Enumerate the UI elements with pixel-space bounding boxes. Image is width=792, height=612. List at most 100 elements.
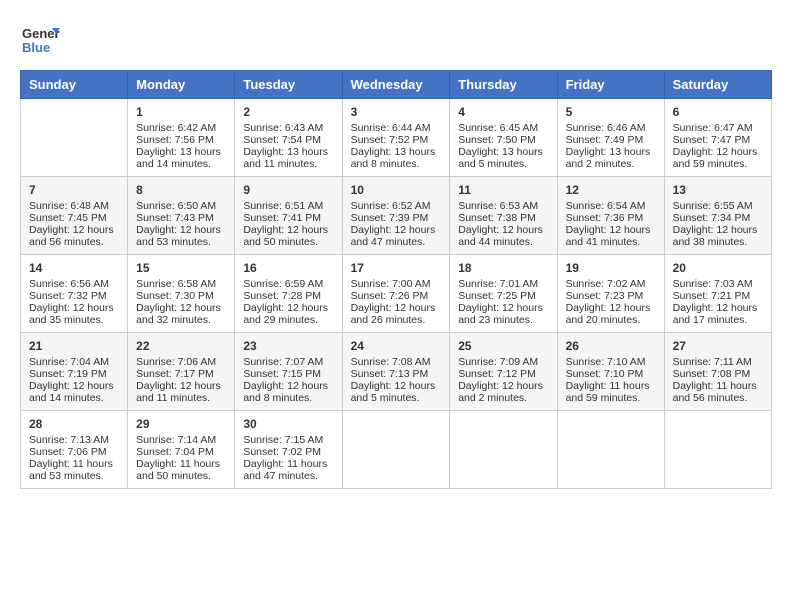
day-number: 15 bbox=[136, 261, 226, 275]
day-info: Sunset: 7:38 PM bbox=[458, 212, 548, 224]
day-info: and 2 minutes. bbox=[566, 158, 656, 170]
calendar-cell: 13Sunrise: 6:55 AMSunset: 7:34 PMDayligh… bbox=[664, 177, 771, 255]
calendar-header-row: SundayMondayTuesdayWednesdayThursdayFrid… bbox=[21, 71, 772, 99]
day-info: Sunrise: 7:03 AM bbox=[673, 278, 763, 290]
day-info: and 14 minutes. bbox=[29, 392, 119, 404]
day-info: and 47 minutes. bbox=[243, 470, 333, 482]
calendar-cell: 3Sunrise: 6:44 AMSunset: 7:52 PMDaylight… bbox=[342, 99, 450, 177]
day-info: Sunrise: 6:52 AM bbox=[351, 200, 442, 212]
day-info: Sunset: 7:41 PM bbox=[243, 212, 333, 224]
day-info: and 47 minutes. bbox=[351, 236, 442, 248]
day-info: Sunset: 7:43 PM bbox=[136, 212, 226, 224]
logo-icon: General Blue bbox=[20, 20, 60, 60]
day-info: Sunset: 7:19 PM bbox=[29, 368, 119, 380]
day-info: Daylight: 12 hours bbox=[566, 224, 656, 236]
day-info: Sunrise: 6:47 AM bbox=[673, 122, 763, 134]
day-info: and 5 minutes. bbox=[458, 158, 548, 170]
day-info: Sunrise: 7:08 AM bbox=[351, 356, 442, 368]
day-info: and 35 minutes. bbox=[29, 314, 119, 326]
day-info: Sunset: 7:28 PM bbox=[243, 290, 333, 302]
day-info: Daylight: 12 hours bbox=[29, 224, 119, 236]
day-info: Daylight: 12 hours bbox=[458, 380, 548, 392]
day-info: and 11 minutes. bbox=[136, 392, 226, 404]
calendar-cell: 1Sunrise: 6:42 AMSunset: 7:56 PMDaylight… bbox=[128, 99, 235, 177]
day-info: Sunrise: 7:09 AM bbox=[458, 356, 548, 368]
day-info: Sunset: 7:13 PM bbox=[351, 368, 442, 380]
day-info: Sunrise: 7:07 AM bbox=[243, 356, 333, 368]
day-info: Daylight: 11 hours bbox=[243, 458, 333, 470]
day-number: 1 bbox=[136, 105, 226, 119]
header-monday: Monday bbox=[128, 71, 235, 99]
day-number: 26 bbox=[566, 339, 656, 353]
day-info: Sunset: 7:15 PM bbox=[243, 368, 333, 380]
calendar-cell: 10Sunrise: 6:52 AMSunset: 7:39 PMDayligh… bbox=[342, 177, 450, 255]
header-tuesday: Tuesday bbox=[235, 71, 342, 99]
calendar-cell bbox=[450, 411, 557, 489]
day-info: Sunset: 7:04 PM bbox=[136, 446, 226, 458]
day-info: Sunrise: 6:54 AM bbox=[566, 200, 656, 212]
calendar-cell bbox=[557, 411, 664, 489]
calendar-cell: 23 Sunrise: 7:07 AMSunset: 7:15 PMDayligh… bbox=[235, 333, 342, 411]
day-info: Daylight: 13 hours bbox=[566, 146, 656, 158]
day-number: 14 bbox=[29, 261, 119, 275]
day-number: 19 bbox=[566, 261, 656, 275]
day-info: Daylight: 12 hours bbox=[136, 302, 226, 314]
day-info: Daylight: 13 hours bbox=[458, 146, 548, 158]
day-info: Daylight: 13 hours bbox=[351, 146, 442, 158]
day-info: Daylight: 11 hours bbox=[136, 458, 226, 470]
day-info: Sunrise: 6:56 AM bbox=[29, 278, 119, 290]
day-info: Sunrise: 7:04 AM bbox=[29, 356, 119, 368]
day-info: Sunrise: 6:58 AM bbox=[136, 278, 226, 290]
day-info: Daylight: 13 hours bbox=[136, 146, 226, 158]
svg-text:Blue: Blue bbox=[22, 40, 50, 55]
day-info: Sunrise: 6:45 AM bbox=[458, 122, 548, 134]
day-info: Sunset: 7:08 PM bbox=[673, 368, 763, 380]
day-info: and 59 minutes. bbox=[566, 392, 656, 404]
day-info: and 50 minutes. bbox=[243, 236, 333, 248]
day-info: Daylight: 12 hours bbox=[351, 380, 442, 392]
day-info: and 50 minutes. bbox=[136, 470, 226, 482]
day-info: Daylight: 12 hours bbox=[351, 224, 442, 236]
calendar-cell: 26Sunrise: 7:10 AMSunset: 7:10 PMDayligh… bbox=[557, 333, 664, 411]
day-info: Sunrise: 7:02 AM bbox=[566, 278, 656, 290]
calendar-cell: 29Sunrise: 7:14 AMSunset: 7:04 PMDayligh… bbox=[128, 411, 235, 489]
day-info: Sunrise: 6:53 AM bbox=[458, 200, 548, 212]
day-info: Sunset: 7:06 PM bbox=[29, 446, 119, 458]
calendar-week-row: 1Sunrise: 6:42 AMSunset: 7:56 PMDaylight… bbox=[21, 99, 772, 177]
day-number: 27 bbox=[673, 339, 763, 353]
day-info: and 26 minutes. bbox=[351, 314, 442, 326]
day-number: 4 bbox=[458, 105, 548, 119]
calendar-cell: 22Sunrise: 7:06 AMSunset: 7:17 PMDayligh… bbox=[128, 333, 235, 411]
day-number: 22 bbox=[136, 339, 226, 353]
day-info: and 53 minutes. bbox=[29, 470, 119, 482]
calendar-cell: 12Sunrise: 6:54 AMSunset: 7:36 PMDayligh… bbox=[557, 177, 664, 255]
day-number: 17 bbox=[351, 261, 442, 275]
day-info: Sunset: 7:36 PM bbox=[566, 212, 656, 224]
day-info: Sunrise: 7:01 AM bbox=[458, 278, 548, 290]
day-info: Daylight: 12 hours bbox=[136, 380, 226, 392]
day-info: Daylight: 12 hours bbox=[29, 302, 119, 314]
day-info: Daylight: 12 hours bbox=[243, 380, 333, 392]
day-number: 11 bbox=[458, 183, 548, 197]
day-info: and 17 minutes. bbox=[673, 314, 763, 326]
day-info: and 2 minutes. bbox=[458, 392, 548, 404]
day-info: Sunset: 7:17 PM bbox=[136, 368, 226, 380]
header-sunday: Sunday bbox=[21, 71, 128, 99]
day-info: and 14 minutes. bbox=[136, 158, 226, 170]
day-number: 23 bbox=[243, 339, 333, 353]
calendar-table: SundayMondayTuesdayWednesdayThursdayFrid… bbox=[20, 70, 772, 489]
day-info: Sunrise: 6:50 AM bbox=[136, 200, 226, 212]
calendar-cell: 7Sunrise: 6:48 AMSunset: 7:45 PMDaylight… bbox=[21, 177, 128, 255]
day-number: 28 bbox=[29, 417, 119, 431]
day-info: Daylight: 12 hours bbox=[29, 380, 119, 392]
calendar-cell bbox=[664, 411, 771, 489]
day-info: Sunset: 7:52 PM bbox=[351, 134, 442, 146]
calendar-cell: 9Sunrise: 6:51 AMSunset: 7:41 PMDaylight… bbox=[235, 177, 342, 255]
logo: General Blue bbox=[20, 20, 60, 60]
day-info: and 8 minutes. bbox=[351, 158, 442, 170]
day-info: and 8 minutes. bbox=[243, 392, 333, 404]
day-info: Sunset: 7:32 PM bbox=[29, 290, 119, 302]
day-info: Daylight: 12 hours bbox=[243, 302, 333, 314]
day-info: Sunrise: 6:44 AM bbox=[351, 122, 442, 134]
day-info: Daylight: 12 hours bbox=[566, 302, 656, 314]
